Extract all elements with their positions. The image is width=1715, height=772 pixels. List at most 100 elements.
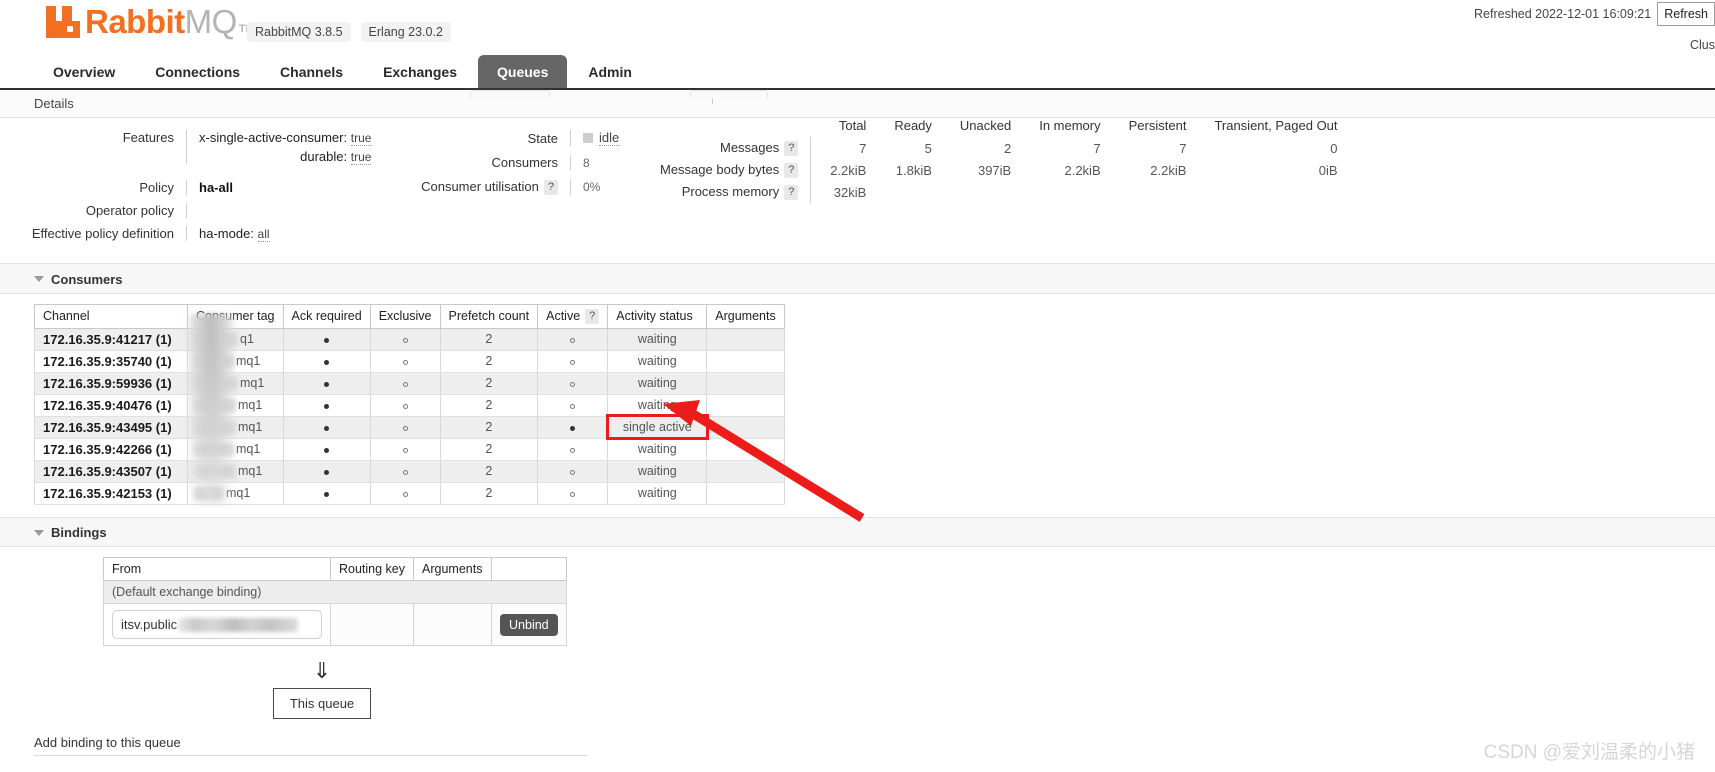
consumer-ack-required <box>282 350 371 373</box>
table-row[interactable]: 172.16.35.9:41217 (1) q1 2 waiting <box>34 328 785 351</box>
logo-text-rabbit: Rabbit <box>85 3 185 40</box>
binding-from-cell: itsv.public <box>103 603 331 647</box>
consumer-channel[interactable]: 172.16.35.9:41217 (1) <box>34 328 188 351</box>
state-block: State idle Consumers 8 Consumer utilisat… <box>398 130 620 196</box>
consumers-section-header[interactable]: Consumers <box>0 263 1715 294</box>
consumer-prefetch-count: 2 <box>439 416 539 439</box>
bindings-col-routing-key: Routing key <box>329 557 415 582</box>
stats-col-unacked: Unacked <box>959 118 1012 133</box>
consumer-channel[interactable]: 172.16.35.9:40476 (1) <box>34 394 188 417</box>
stats-row-label-body-bytes: Message body bytes? <box>660 159 812 182</box>
stats-row-label-process-memory: Process memory? <box>660 181 812 204</box>
table-row[interactable]: 172.16.35.9:43495 (1) mq1 2 single activ… <box>34 414 785 441</box>
col-exclusive[interactable]: Exclusive <box>369 303 441 329</box>
state-row: State idle <box>398 130 620 146</box>
open-dot-icon <box>570 338 576 344</box>
consumer-channel[interactable]: 172.16.35.9:35740 (1) <box>34 350 188 373</box>
col-arguments[interactable]: Arguments <box>706 303 785 329</box>
state-label: State <box>527 131 558 146</box>
col-active[interactable]: Active? <box>537 303 609 329</box>
help-icon-messages[interactable]: ? <box>784 141 799 157</box>
partial-widget-remnant-3 <box>690 90 768 98</box>
binding-from-text: itsv.public <box>121 617 178 633</box>
consumer-channel[interactable]: 172.16.35.9:42153 (1) <box>34 482 188 505</box>
consumer-tag: mq1 <box>187 416 284 439</box>
consumers-toggle[interactable]: Consumers <box>34 272 123 287</box>
details-title: Details <box>34 96 74 111</box>
tab-overview[interactable]: Overview <box>34 55 134 88</box>
consumer-activity-status: waiting <box>607 438 708 461</box>
consumer-ack-required <box>282 460 371 483</box>
bindings-toggle[interactable]: Bindings <box>34 525 107 540</box>
consumer-arguments <box>706 416 785 439</box>
rabbitmq-logo[interactable]: RabbitMQ TM <box>44 4 255 40</box>
consumer-tag: mq1 <box>187 394 284 417</box>
stats-pm-ready <box>866 181 932 203</box>
filled-dot-icon <box>324 448 330 454</box>
stats-body-persistent: 2.2kiB <box>1150 162 1187 178</box>
consumer-tag: mq1 <box>187 372 284 395</box>
stats-body-ready: 1.8kiB <box>895 162 932 178</box>
tab-exchanges[interactable]: Exchanges <box>364 55 476 88</box>
consumer-channel[interactable]: 172.16.35.9:43495 (1) <box>34 416 188 439</box>
help-icon-process-memory[interactable]: ? <box>784 185 799 201</box>
col-activity-status[interactable]: Activity status <box>607 303 708 329</box>
stats-col-persistent: Persistent <box>1128 118 1187 133</box>
table-row[interactable]: 172.16.35.9:40476 (1) mq1 2 waiting <box>34 394 785 417</box>
help-icon-body-bytes[interactable]: ? <box>784 163 799 179</box>
tab-queues[interactable]: Queues <box>478 55 568 88</box>
consumer-tag-suffix: mq1 <box>238 398 263 413</box>
unbind-button[interactable]: Unbind <box>500 613 558 636</box>
consumer-tag: q1 <box>187 328 284 351</box>
app-header: RabbitMQ TM RabbitMQ 3.8.5 Erlang 23.0.2… <box>0 0 1715 55</box>
consumer-active <box>537 416 609 439</box>
policy-value[interactable]: ha-all <box>187 180 233 195</box>
consumer-utilisation-row: Consumer utilisation? 0% <box>398 179 619 196</box>
help-icon-consumer-utilisation[interactable]: ? <box>543 180 558 196</box>
stats-label-messages-text: Messages <box>719 140 780 155</box>
tab-connections[interactable]: Connections <box>136 55 259 88</box>
consumer-channel[interactable]: 172.16.35.9:42266 (1) <box>34 438 188 461</box>
filled-dot-icon <box>570 426 576 432</box>
tab-channels[interactable]: Channels <box>261 55 362 88</box>
policy-row: Policy ha-all <box>0 180 371 195</box>
open-dot-icon <box>402 360 408 366</box>
stats-body-unacked: 397iB <box>977 162 1012 178</box>
effective-policy-key: ha-mode: <box>199 226 254 241</box>
consumers-table-wrap: Channel Consumer tag Ack required Exclus… <box>0 294 1715 505</box>
table-row[interactable]: 172.16.35.9:42153 (1) mq1 2 waiting <box>34 482 785 505</box>
consumer-ack-required <box>282 372 371 395</box>
binding-source-box[interactable]: itsv.public <box>112 610 322 640</box>
col-consumer-tag[interactable]: Consumer tag <box>187 303 284 329</box>
features-values: x-single-active-consumer: true durable: … <box>187 130 372 165</box>
col-prefetch-count[interactable]: Prefetch count <box>439 303 539 329</box>
feature-row-0: x-single-active-consumer: true <box>199 130 372 146</box>
table-row[interactable]: 172.16.35.9:59936 (1) mq1 2 waiting <box>34 372 785 395</box>
stats-messages-in-memory: 7 <box>1093 140 1101 156</box>
table-row[interactable]: 172.16.35.9:43507 (1) mq1 2 waiting <box>34 460 785 483</box>
col-ack-required[interactable]: Ack required <box>282 303 371 329</box>
consumer-channel[interactable]: 172.16.35.9:43507 (1) <box>34 460 188 483</box>
consumer-exclusive <box>369 416 441 439</box>
stats-messages-ready: 5 <box>924 140 932 156</box>
features-label: Features <box>122 130 174 145</box>
consumer-activity-status: waiting <box>607 350 708 373</box>
filled-dot-icon <box>324 382 330 388</box>
consumer-active <box>537 394 609 417</box>
refresh-button[interactable]: Refresh <box>1657 2 1715 26</box>
table-row[interactable]: 172.16.35.9:42266 (1) mq1 2 waiting <box>34 438 785 461</box>
version-pills: RabbitMQ 3.8.5 Erlang 23.0.2 <box>247 22 451 42</box>
bindings-section-title: Bindings <box>51 525 107 541</box>
features-block: Features x-single-active-consumer: true … <box>0 130 372 242</box>
binding-routing-key <box>329 603 415 647</box>
consumer-ack-required <box>282 394 371 417</box>
consumer-channel[interactable]: 172.16.35.9:59936 (1) <box>34 372 188 395</box>
rabbit-logo-icon <box>46 6 80 38</box>
open-dot-icon <box>402 470 408 476</box>
col-channel[interactable]: Channel <box>34 303 188 329</box>
tab-admin[interactable]: Admin <box>569 55 651 88</box>
help-icon-active[interactable]: ? <box>585 308 600 324</box>
bindings-section-header[interactable]: Bindings <box>0 516 1715 548</box>
stats-messages-unacked: 2 <box>1003 140 1012 156</box>
table-row[interactable]: 172.16.35.9:35740 (1) mq1 2 waiting <box>34 350 785 373</box>
